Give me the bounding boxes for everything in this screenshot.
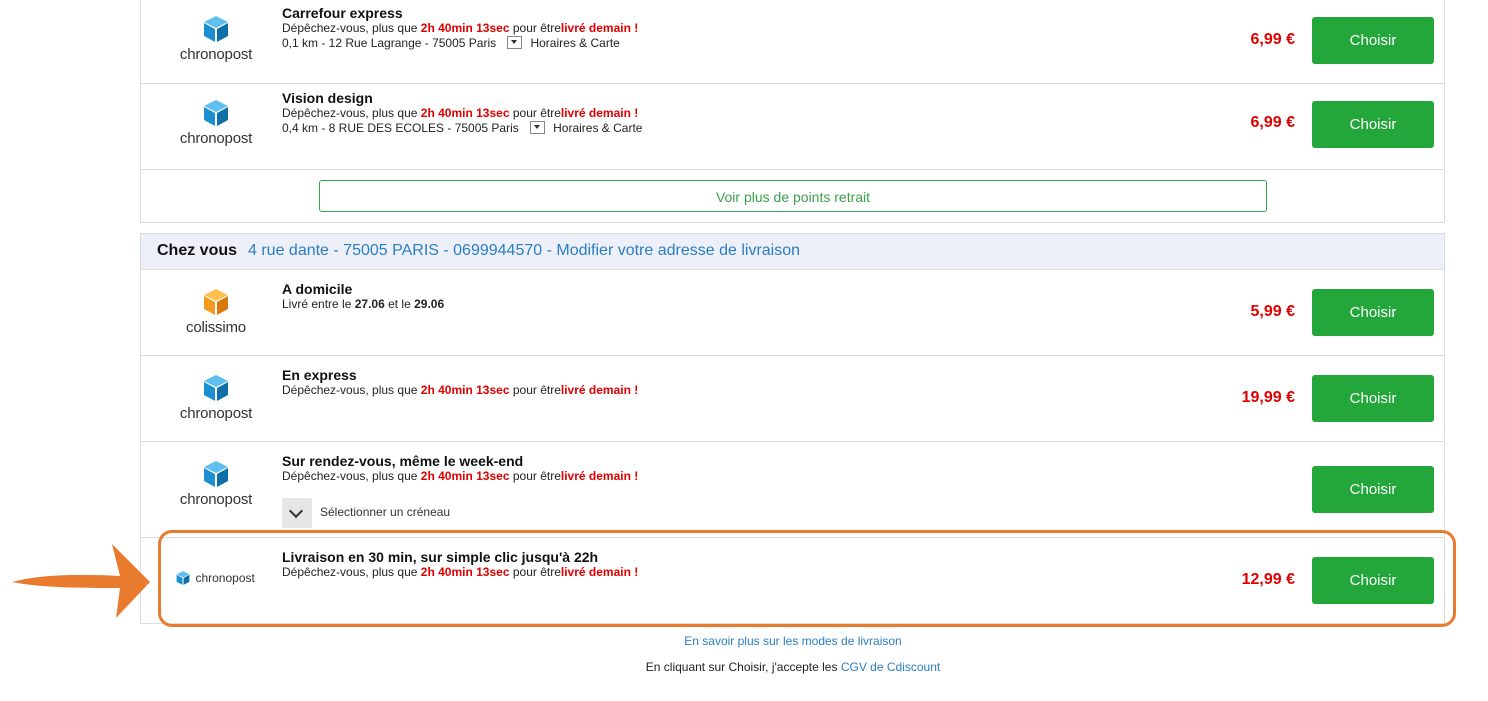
- relay-row: chronopost Carrefour express Dépêchez-vo…: [141, 0, 1444, 84]
- chronopost-cube-icon: [204, 461, 228, 487]
- hurry-mid: pour être: [512, 21, 561, 35]
- relay-address: 0,1 km - 12 Rue Lagrange - 75005 Paris: [282, 36, 497, 50]
- chevron-down-icon[interactable]: [282, 498, 312, 528]
- delivery-option-row: colissimo A domicile Livré entre le 27.0…: [141, 270, 1444, 356]
- delivered-tomorrow: livré demain !: [560, 383, 639, 397]
- relay-address-line: 0,4 km - 8 RUE DES ECOLES - 75005 Paris …: [282, 121, 642, 136]
- between-prefix: Livré entre le: [282, 297, 352, 311]
- edit-address-link[interactable]: 4 rue dante - 75005 PARIS - 0699944570 -…: [248, 242, 800, 260]
- hurry-prefix: Dépêchez-vous, plus que: [282, 106, 418, 120]
- hours-map-toggle[interactable]: Horaires & Carte: [507, 36, 620, 51]
- cgv-link[interactable]: CGV de Cdiscount: [841, 660, 940, 674]
- home-header: Chez vous 4 rue dante - 75005 PARIS - 06…: [141, 234, 1444, 270]
- option-title: En express: [282, 367, 357, 383]
- carrier-logo: chronopost: [171, 459, 261, 508]
- chronopost-cube-icon: [204, 100, 228, 126]
- choose-button[interactable]: Choisir: [1312, 466, 1434, 513]
- countdown: 2h 40min 13sec: [420, 106, 510, 120]
- delivery-option-row: chronopost En express Dépêchez-vous, plu…: [141, 356, 1444, 442]
- more-relay-points-button[interactable]: Voir plus de points retrait: [319, 180, 1267, 212]
- date-to: 29.06: [414, 297, 445, 311]
- countdown: 2h 40min 13sec: [420, 469, 510, 483]
- relay-info: Vision design Dépêchez-vous, plus que 2h…: [282, 91, 642, 136]
- relay-title: Carrefour express: [282, 5, 403, 21]
- choose-button[interactable]: Choisir: [1312, 375, 1434, 422]
- option-info: Sur rendez-vous, même le week-end Dépêch…: [282, 454, 638, 484]
- delivered-tomorrow: livré demain !: [560, 469, 639, 483]
- carrier-name: colissimo: [186, 319, 246, 336]
- carrier-name: chronopost: [179, 491, 253, 508]
- chronopost-cube-icon: [204, 16, 228, 42]
- countdown: 2h 40min 13sec: [420, 21, 510, 35]
- pointer-arrow-icon: [12, 544, 150, 618]
- option-info: A domicile Livré entre le 27.06 et le 29…: [282, 282, 444, 312]
- hours-label: Horaires & Carte: [553, 121, 643, 135]
- carrier-logo: chronopost: [171, 98, 261, 147]
- carrier-logo: chronopost: [171, 373, 261, 422]
- price: 5,99 €: [1250, 303, 1295, 320]
- relay-address: 0,4 km - 8 RUE DES ECOLES - 75005 Paris: [282, 121, 519, 135]
- cgv-prefix: En cliquant sur Choisir, j'accepte les: [645, 660, 838, 674]
- choose-button[interactable]: Choisir: [1312, 101, 1434, 148]
- home-label: Chez vous: [157, 242, 238, 259]
- hurry-line: Dépêchez-vous, plus que 2h 40min 13sec p…: [282, 383, 638, 398]
- hurry-mid: pour être: [512, 106, 561, 120]
- carrier-name: chronopost: [179, 405, 253, 422]
- more-row: Voir plus de points retrait: [141, 170, 1444, 223]
- option-title: A domicile: [282, 281, 353, 297]
- relay-info: Carrefour express Dépêchez-vous, plus qu…: [282, 6, 638, 51]
- hurry-mid: pour être: [512, 383, 561, 397]
- hurry-line: Dépêchez-vous, plus que 2h 40min 13sec p…: [282, 469, 638, 484]
- delivered-tomorrow: livré demain !: [560, 21, 639, 35]
- price: 6,99 €: [1250, 31, 1295, 48]
- hurry-prefix: Dépêchez-vous, plus que: [282, 383, 418, 397]
- option-info: En express Dépêchez-vous, plus que 2h 40…: [282, 368, 638, 398]
- carrier-name: chronopost: [179, 130, 253, 147]
- option-title: Sur rendez-vous, même le week-end: [282, 453, 524, 469]
- choose-button[interactable]: Choisir: [1312, 17, 1434, 64]
- cgv-notice: En cliquant sur Choisir, j'accepte les C…: [0, 660, 1488, 674]
- dropdown-caret-icon: [507, 36, 523, 50]
- countdown: 2h 40min 13sec: [420, 383, 510, 397]
- delivery-window: Livré entre le 27.06 et le 29.06: [282, 297, 444, 312]
- chronopost-cube-icon: [204, 375, 228, 401]
- dropdown-caret-icon: [530, 121, 546, 135]
- highlight-frame: [158, 530, 1456, 627]
- carrier-logo: colissimo: [171, 287, 261, 336]
- relay-row: chronopost Vision design Dépêchez-vous, …: [141, 84, 1444, 170]
- hurry-line: Dépêchez-vous, plus que 2h 40min 13sec p…: [282, 21, 638, 36]
- hours-label: Horaires & Carte: [530, 36, 620, 50]
- hurry-mid: pour être: [512, 469, 561, 483]
- delivery-option-row: chronopost Sur rendez-vous, même le week…: [141, 442, 1444, 538]
- relay-points-panel: chronopost Carrefour express Dépêchez-vo…: [140, 0, 1445, 223]
- relay-title: Vision design: [282, 90, 373, 106]
- price: 6,99 €: [1250, 114, 1295, 131]
- learn-more-link[interactable]: En savoir plus sur les modes de livraiso…: [0, 634, 1488, 648]
- delivered-tomorrow: livré demain !: [560, 106, 639, 120]
- hurry-line: Dépêchez-vous, plus que 2h 40min 13sec p…: [282, 106, 642, 121]
- slot-label: Sélectionner un créneau: [320, 505, 451, 520]
- carrier-name: chronopost: [179, 46, 253, 63]
- hurry-prefix: Dépêchez-vous, plus que: [282, 469, 418, 483]
- relay-address-line: 0,1 km - 12 Rue Lagrange - 75005 Paris H…: [282, 36, 638, 51]
- carrier-logo: chronopost: [171, 14, 261, 63]
- hurry-prefix: Dépêchez-vous, plus que: [282, 21, 418, 35]
- price: 19,99 €: [1241, 389, 1295, 406]
- hours-map-toggle[interactable]: Horaires & Carte: [530, 121, 642, 136]
- choose-button[interactable]: Choisir: [1312, 289, 1434, 336]
- date-from: 27.06: [354, 297, 385, 311]
- between-mid: et le: [388, 297, 411, 311]
- colissimo-cube-icon: [204, 289, 228, 315]
- slot-selector[interactable]: Sélectionner un créneau: [282, 498, 450, 528]
